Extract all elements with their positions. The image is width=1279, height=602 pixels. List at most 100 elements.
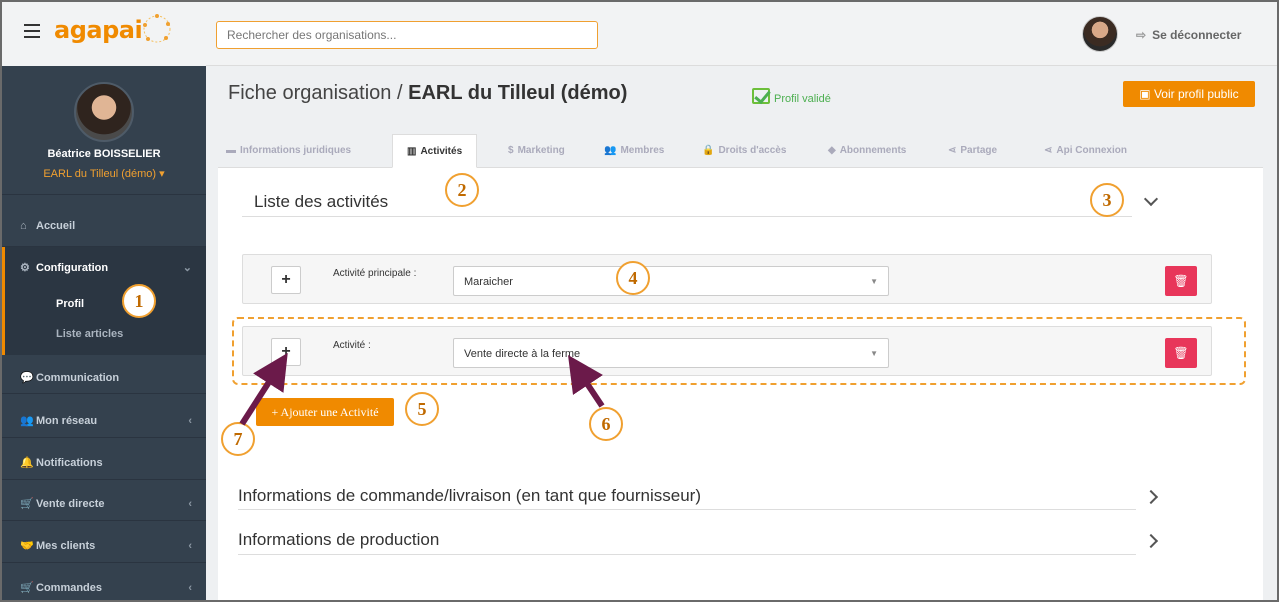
annotation-badge-5: 5 (405, 392, 439, 426)
highlight-dashed-box (232, 317, 1246, 385)
delete-activity-button[interactable]: 🗑 (1165, 266, 1197, 296)
handshake-icon: 🤝 (20, 540, 34, 552)
sidebar-item-configuration[interactable]: ⚙ Configuration ⌄ (2, 252, 206, 284)
tab-label: Abonnements (839, 145, 907, 156)
chevron-left-icon: ‹ (188, 540, 192, 552)
activity-row-principal: + Activité principale : Maraicher ▼ 🗑 (242, 254, 1212, 304)
sidebar-item-mes-clients[interactable]: 🤝 Mes clients ‹ (2, 530, 206, 562)
chevron-right-icon[interactable] (1143, 489, 1159, 505)
tab-marketing[interactable]: $ Marketing (508, 134, 565, 168)
top-bar: agapai ⇨ Se déconnecter (2, 2, 1277, 66)
chevron-left-icon: ‹ (188, 498, 192, 510)
search-input[interactable] (216, 21, 598, 49)
annotation-badge-7: 7 (221, 422, 255, 456)
sidebar-item-label: Commandes (36, 582, 103, 594)
sidebar-item-communication[interactable]: 💬 Communication (2, 362, 206, 394)
logout-link[interactable]: ⇨ Se déconnecter (1136, 28, 1241, 42)
lock-icon: 🔒 (702, 145, 715, 156)
hamburger-menu-icon[interactable] (24, 24, 40, 38)
activity-select[interactable]: Maraicher ▼ (453, 266, 889, 296)
sidebar-item-commandes[interactable]: 🛒 Commandes ‹ (2, 572, 206, 600)
tab-api-connexion[interactable]: ⋖ Api Connexion (1044, 134, 1127, 168)
user-avatar[interactable] (1082, 16, 1118, 52)
tab-activites[interactable]: ▥ Activités (392, 134, 478, 168)
tab-label: Partage (960, 145, 998, 156)
sidebar-item-label: Notifications (36, 457, 103, 469)
brand-area: agapai (2, 2, 206, 66)
annotation-badge-6: 6 (589, 407, 623, 441)
add-sub-activity-button[interactable]: + (271, 266, 301, 294)
sidebar-divider (2, 437, 206, 438)
share-icon: ⋖ (1044, 145, 1053, 156)
logout-label: Se déconnecter (1152, 28, 1242, 42)
view-public-profile-button[interactable]: ▣ Voir profil public (1123, 81, 1255, 107)
annotation-badge-4: 4 (616, 261, 650, 295)
sidebar-divider (2, 393, 206, 394)
cart-icon: 🛒 (20, 498, 34, 510)
tab-partage[interactable]: ⋖ Partage (948, 134, 997, 168)
sidebar-divider (2, 479, 206, 480)
sidebar-org-selector[interactable]: EARL du Tilleul (démo) ▾ (2, 167, 206, 180)
cart-arrow-icon: 🛒 (20, 582, 34, 594)
bell-icon: 🔔 (20, 457, 34, 469)
sidebar-item-label: Mes clients (36, 540, 96, 552)
sidebar-item-label: Vente directe (36, 498, 105, 510)
home-icon: ⌂ (20, 220, 27, 232)
page-title-org: EARL du Tilleul (démo) (408, 82, 628, 104)
sidebar-item-mon-reseau[interactable]: 👥 Mon réseau ‹ (2, 405, 206, 437)
tab-label: Informations juridiques (240, 145, 352, 156)
caret-down-icon: ▼ (870, 277, 878, 286)
tab-label: Activités (420, 146, 463, 157)
sidebar-divider (2, 520, 206, 521)
tab-label: Droits d'accès (718, 145, 787, 156)
profile-validated-badge: Profil validé (752, 86, 831, 105)
sidebar-org-name: EARL du Tilleul (démo) (43, 168, 157, 180)
tab-bar: ▬ Informations juridiques ▥ Activités $ Mar… (218, 134, 1263, 168)
tab-label: Api Connexion (1056, 145, 1127, 156)
trash-icon: 🗑 (1173, 274, 1189, 288)
activities-panel: Liste des activités + Activité principal… (218, 168, 1263, 600)
tab-label: Marketing (517, 145, 565, 156)
sidebar-item-label: Configuration (36, 262, 109, 274)
id-card-icon: ▣ (1139, 87, 1154, 101)
logo-network-icon (143, 14, 171, 43)
folder-icon: ▬ (226, 145, 236, 156)
chevron-right-icon[interactable] (1143, 533, 1159, 549)
tab-membres[interactable]: 👥 Membres (604, 134, 664, 168)
section-title-commande-livraison[interactable]: Informations de commande/livraison (en t… (238, 486, 701, 506)
sidebar-user-name: Béatrice BOISSELIER (47, 148, 161, 160)
chevron-down-icon: ⌄ (182, 262, 192, 274)
tab-informations-juridiques[interactable]: ▬ Informations juridiques (226, 134, 351, 168)
tab-droits-acces[interactable]: 🔒 Droits d'accès (702, 134, 786, 168)
chevron-left-icon: ‹ (188, 415, 192, 427)
sidebar-item-accueil[interactable]: ⌂ Accueil (2, 210, 206, 242)
app-frame: agapai ⇨ Se déconnecter Béatrice BOISSELI… (0, 0, 1279, 602)
check-square-icon (752, 88, 770, 104)
chevron-down-icon[interactable] (1143, 191, 1159, 207)
comments-icon: 💬 (20, 372, 34, 384)
sidebar-item-label: Accueil (36, 220, 76, 232)
sidebar-item-vente-directe[interactable]: 🛒 Vente directe ‹ (2, 488, 206, 520)
section-title-production[interactable]: Informations de production (238, 530, 439, 550)
annotation-badge-2: 2 (445, 173, 479, 207)
activity-label: Activité principale : (333, 268, 417, 279)
app-logo[interactable]: agapai (54, 16, 143, 44)
tag-icon: ◆ (828, 145, 836, 156)
view-public-profile-label: Voir profil public (1153, 87, 1239, 101)
section-divider (238, 554, 1136, 555)
tab-abonnements[interactable]: ◆ Abonnements (828, 134, 906, 168)
chevron-left-icon: ‹ (188, 582, 192, 594)
activity-select-value: Maraicher (464, 276, 513, 288)
bar-chart-icon: ▥ (407, 146, 417, 157)
caret-down-icon: ▾ (159, 168, 165, 180)
sidebar-divider (2, 562, 206, 563)
sidebar-item-notifications[interactable]: 🔔 Notifications (2, 447, 206, 479)
sidebar-item-label: Communication (36, 372, 120, 384)
sidebar-subitem-liste-articles[interactable]: Liste articles (56, 328, 123, 340)
section-divider (242, 216, 1132, 217)
page-title-prefix: Fiche organisation / (228, 82, 409, 104)
sidebar-user-avatar (74, 82, 134, 142)
add-activity-button[interactable]: + Ajouter une Activité (256, 398, 394, 426)
sidebar-subitem-profil[interactable]: Profil (56, 298, 84, 310)
annotation-badge-1: 1 (122, 284, 156, 318)
